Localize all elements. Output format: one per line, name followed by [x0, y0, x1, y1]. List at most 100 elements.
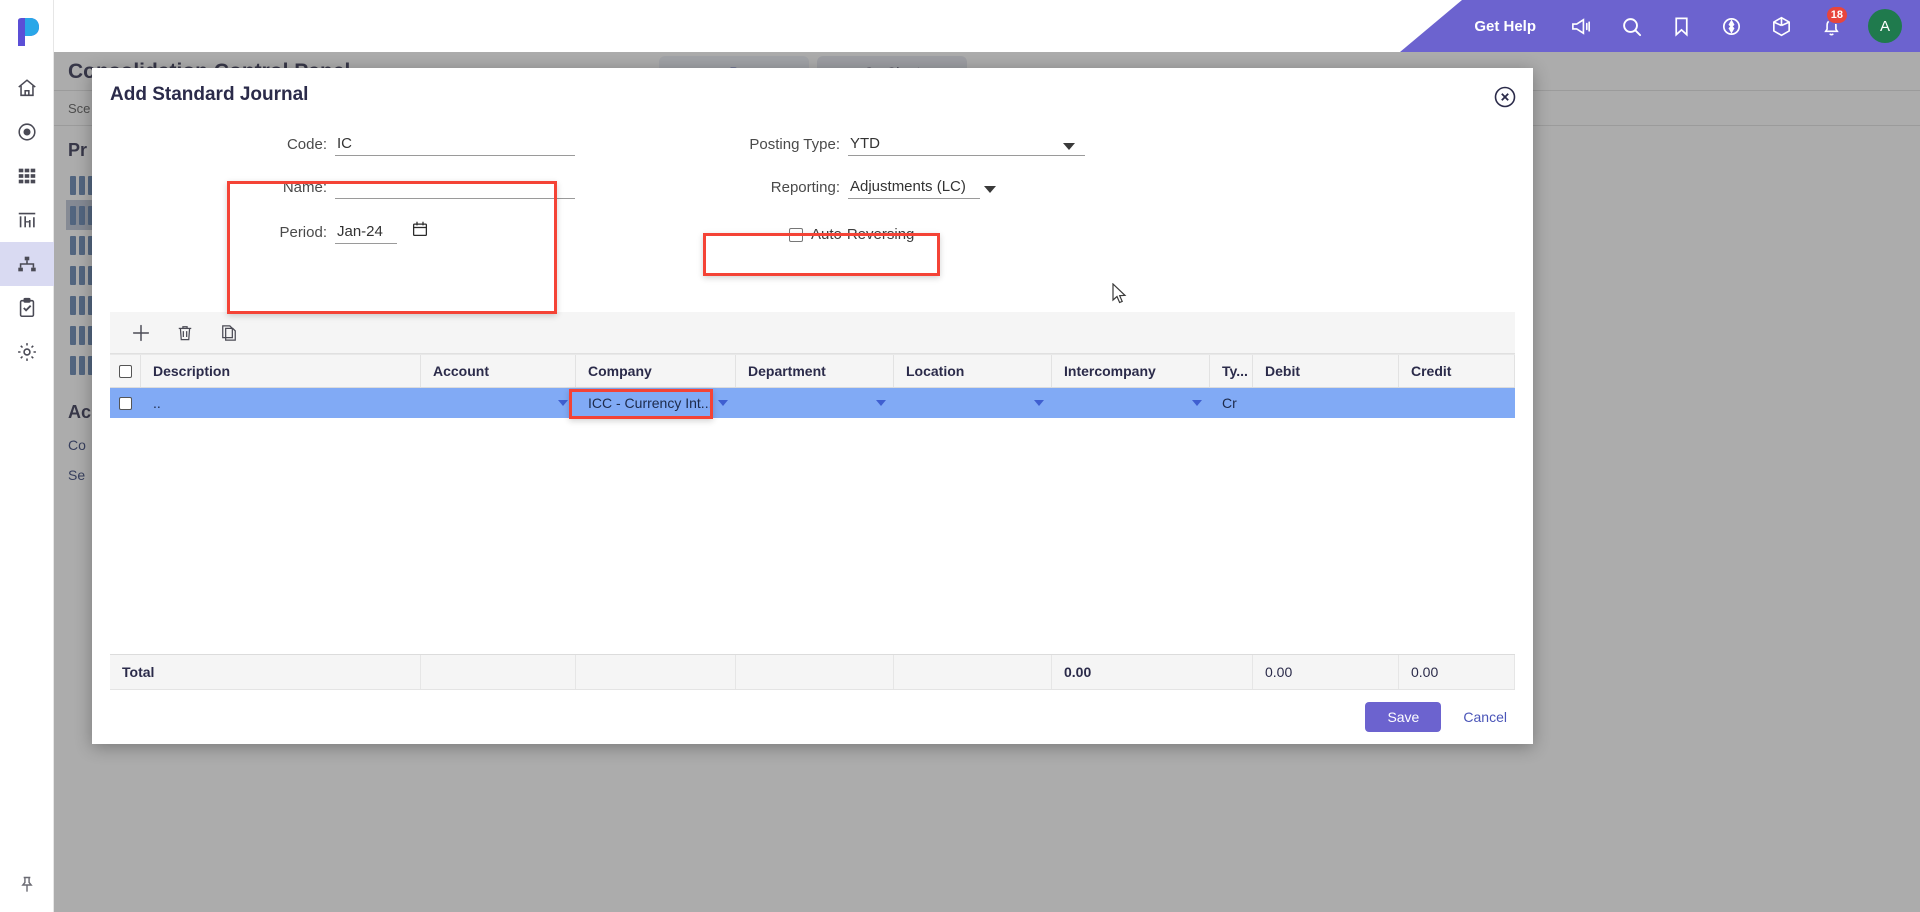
column-header-type[interactable]: Ty...: [1210, 355, 1253, 387]
journal-form: Code: IC Name: Period: Jan-24 Posting Ty: [92, 114, 1533, 304]
sidebar-pin-button[interactable]: [0, 858, 54, 912]
search-icon: [1622, 17, 1641, 36]
bookmark-icon: [1674, 16, 1688, 37]
name-field-group: Name:: [247, 177, 575, 199]
save-button[interactable]: Save: [1365, 702, 1442, 732]
total-account: [421, 655, 576, 689]
apps-cube-button[interactable]: [1756, 0, 1806, 52]
bookmarks-button[interactable]: [1656, 0, 1706, 52]
top-bar: Get Help 18 A: [54, 0, 1920, 52]
cell-credit[interactable]: [1399, 388, 1515, 418]
home-icon: [17, 79, 36, 97]
posting-type-value: YTD: [850, 135, 880, 152]
reporting-value: Adjustments (LC): [850, 178, 966, 195]
top-bar-actions: Get Help 18 A: [1400, 0, 1920, 52]
grid-total-row: Total 0.00 0.00 0.00: [110, 654, 1515, 690]
cell-intercompany[interactable]: [1052, 388, 1210, 418]
cell-type[interactable]: Cr: [1210, 388, 1253, 418]
sidebar-item-consolidation[interactable]: [0, 242, 54, 286]
avatar[interactable]: A: [1868, 9, 1902, 43]
journal-lines-grid: Description Account Company Department L…: [110, 354, 1515, 694]
cell-company[interactable]: ICC - Currency Int...: [576, 388, 736, 418]
column-header-location[interactable]: Location: [894, 355, 1052, 387]
period-field-group: Period: Jan-24: [247, 220, 429, 244]
gear-icon: [17, 343, 36, 361]
target-icon: [17, 123, 36, 141]
table-row[interactable]: .. ICC - Currency Int... Cr: [110, 388, 1515, 418]
cell-account[interactable]: [421, 388, 576, 418]
reporting-field-group: Reporting: Adjustments (LC): [712, 177, 996, 199]
row-checkbox[interactable]: [110, 388, 141, 418]
cell-description[interactable]: ..: [141, 388, 421, 418]
code-field-group: Code: IC: [247, 134, 575, 156]
navigate-button[interactable]: [1706, 0, 1756, 52]
checkbox[interactable]: [119, 396, 132, 410]
total-department: [736, 655, 894, 689]
pin-icon: [20, 876, 33, 892]
megaphone-icon: [1571, 17, 1590, 35]
sidebar-items: [0, 66, 54, 374]
chevron-down-icon[interactable]: [1192, 400, 1202, 406]
reporting-select[interactable]: Adjustments (LC): [848, 177, 980, 199]
close-circle-icon: [1494, 86, 1516, 108]
column-header-description[interactable]: Description: [141, 355, 421, 387]
target-icon: [1722, 17, 1740, 35]
auto-reversing-label: Auto-Reversing: [811, 226, 915, 243]
column-header-debit[interactable]: Debit: [1253, 355, 1399, 387]
grid-icon: [18, 168, 35, 184]
sidebar-item-reports[interactable]: [0, 198, 54, 242]
chevron-down-icon: [1063, 143, 1075, 150]
trash-icon: [178, 325, 192, 340]
app-root: Consolidation Control Panel P On Chart S…: [0, 0, 1920, 912]
cancel-button[interactable]: Cancel: [1457, 703, 1513, 731]
add-row-button[interactable]: [128, 320, 154, 346]
total-company: [576, 655, 736, 689]
column-header-account[interactable]: Account: [421, 355, 576, 387]
column-header-department[interactable]: Department: [736, 355, 894, 387]
column-header-credit[interactable]: Credit: [1399, 355, 1515, 387]
delete-row-button[interactable]: [172, 320, 198, 346]
close-button[interactable]: [1493, 85, 1517, 109]
auto-reversing-checkbox[interactable]: [789, 227, 803, 242]
period-input[interactable]: Jan-24: [335, 222, 397, 244]
sidebar-item-settings[interactable]: [0, 330, 54, 374]
chevron-down-icon[interactable]: [558, 400, 568, 406]
plus-icon: [132, 324, 150, 341]
chart-icon: [18, 212, 35, 228]
cell-company-value: ICC - Currency Int...: [588, 395, 713, 411]
posting-type-select[interactable]: YTD: [848, 134, 1085, 156]
notifications-button[interactable]: 18: [1806, 0, 1856, 52]
cube-icon: [1772, 16, 1790, 36]
hierarchy-icon: [17, 256, 36, 272]
total-location: [894, 655, 1052, 689]
total-debit: 0.00: [1253, 655, 1399, 689]
calendar-icon[interactable]: [411, 220, 429, 243]
cell-debit[interactable]: [1253, 388, 1399, 418]
checkbox[interactable]: [118, 364, 132, 378]
chevron-down-icon[interactable]: [876, 400, 886, 406]
sidebar-item-apps[interactable]: [0, 154, 54, 198]
grid-header-row: Description Account Company Department L…: [110, 354, 1515, 388]
announcements-button[interactable]: [1556, 0, 1606, 52]
sidebar-item-record[interactable]: [0, 110, 54, 154]
cell-department[interactable]: [736, 388, 894, 418]
name-input[interactable]: [335, 177, 575, 199]
auto-reversing-row[interactable]: Auto-Reversing: [789, 226, 914, 243]
column-header-intercompany[interactable]: Intercompany: [1052, 355, 1210, 387]
column-header-company[interactable]: Company: [576, 355, 736, 387]
sidebar-item-home[interactable]: [0, 66, 54, 110]
get-help-button[interactable]: Get Help: [1474, 18, 1536, 35]
cell-location[interactable]: [894, 388, 1052, 418]
select-all-checkbox[interactable]: [110, 355, 141, 387]
copy-row-button[interactable]: [216, 320, 242, 346]
chevron-down-icon[interactable]: [984, 186, 996, 193]
sidebar-item-tasks[interactable]: [0, 286, 54, 330]
add-standard-journal-dialog: Add Standard Journal Code: IC Name: Peri…: [92, 68, 1533, 744]
chevron-down-icon[interactable]: [718, 400, 728, 406]
chevron-down-icon[interactable]: [1034, 400, 1044, 406]
planful-logo[interactable]: [7, 12, 47, 52]
code-input[interactable]: IC: [335, 134, 575, 156]
search-button[interactable]: [1606, 0, 1656, 52]
period-label: Period:: [279, 224, 327, 241]
posting-type-label: Posting Type:: [749, 136, 840, 153]
